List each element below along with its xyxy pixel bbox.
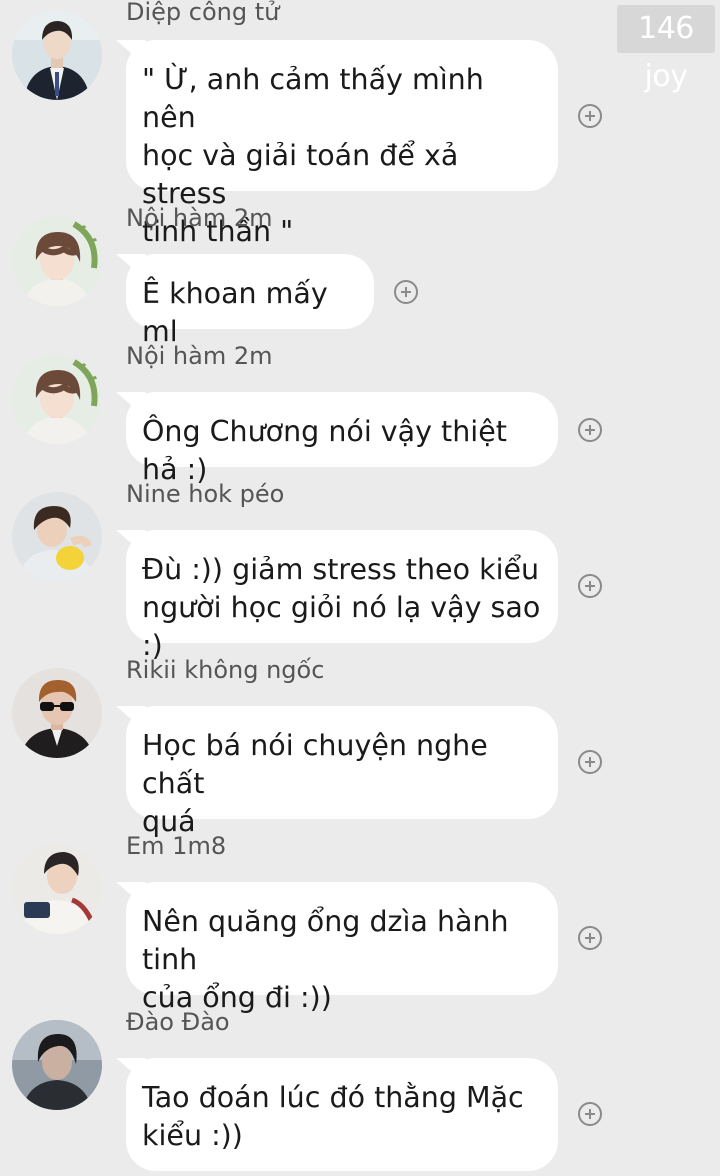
sender-name: Em 1m8 — [126, 832, 227, 860]
avatar-photo — [12, 10, 102, 100]
sender-name: Đào Đào — [126, 1008, 230, 1036]
avatar[interactable] — [12, 844, 102, 934]
message-bubble[interactable]: Ê khoan mấy ml — [116, 254, 374, 348]
sender-name: Diệp công tử — [126, 0, 280, 26]
message-text: Tao đoán lúc đó thằng Mặc kiểu :)) — [142, 1081, 524, 1152]
avatar-photo — [12, 216, 102, 306]
sender-name: Rikii không ngốc — [126, 656, 325, 684]
sender-name: Nine hok péo — [126, 480, 285, 508]
message-bubble[interactable]: Ông Chương nói vậy thiệt hả :) — [116, 392, 558, 486]
add-reaction-icon[interactable] — [578, 926, 602, 950]
avatar[interactable] — [12, 1020, 102, 1110]
watermark-label: 146 joy — [617, 5, 715, 94]
message-text: Ông Chương nói vậy thiệt hả :) — [142, 415, 507, 486]
message-text: Học bá nói chuyện nghe chất quá — [142, 729, 488, 838]
avatar[interactable] — [12, 10, 102, 100]
avatar-photo — [12, 668, 102, 758]
add-reaction-icon[interactable] — [578, 574, 602, 598]
add-reaction-icon[interactable] — [394, 280, 418, 304]
message-bubble[interactable]: Tao đoán lúc đó thằng Mặc kiểu :)) — [116, 1058, 558, 1171]
avatar[interactable] — [12, 492, 102, 582]
add-reaction-icon[interactable] — [578, 750, 602, 774]
avatar-photo — [12, 1020, 102, 1110]
sender-name: Nội hàm 2m — [126, 204, 273, 232]
avatar[interactable] — [12, 216, 102, 306]
message-text: Ê khoan mấy ml — [142, 277, 328, 348]
message-text: Đù :)) giảm stress theo kiểu người học g… — [142, 553, 541, 662]
add-reaction-icon[interactable] — [578, 104, 602, 128]
avatar-photo — [12, 492, 102, 582]
message-bubble[interactable]: Đù :)) giảm stress theo kiểu người học g… — [116, 530, 558, 662]
avatar[interactable] — [12, 668, 102, 758]
sender-name: Nội hàm 2m — [126, 342, 273, 370]
message-bubble[interactable]: Học bá nói chuyện nghe chất quá — [116, 706, 558, 838]
add-reaction-icon[interactable] — [578, 1102, 602, 1126]
add-reaction-icon[interactable] — [578, 418, 602, 442]
message-bubble[interactable]: Nên quăng ổng dzìa hành tinh của ổng đi … — [116, 882, 558, 1014]
avatar-photo — [12, 844, 102, 934]
avatar-photo — [12, 354, 102, 444]
message-text: Nên quăng ổng dzìa hành tinh của ổng đi … — [142, 905, 509, 1014]
message-bubble[interactable]: " Ừ, anh cảm thấy mình nên học và giải t… — [116, 40, 558, 248]
avatar[interactable] — [12, 354, 102, 444]
